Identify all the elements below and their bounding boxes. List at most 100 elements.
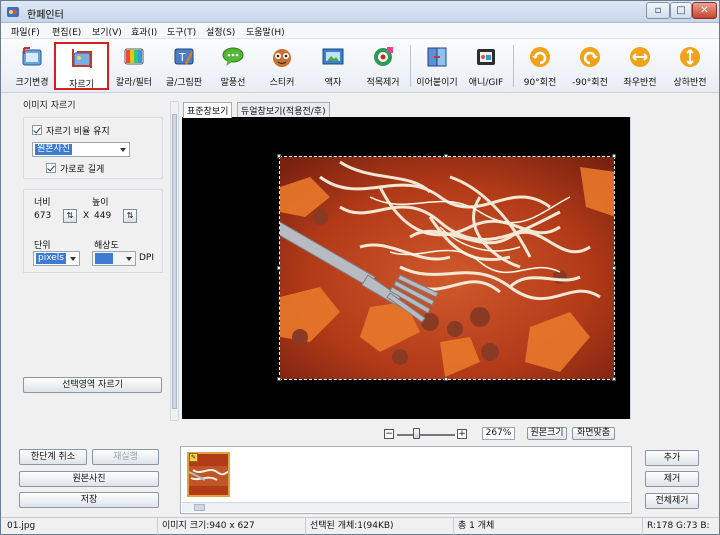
join-icon	[427, 47, 447, 67]
rotate-minus-90-icon	[580, 47, 600, 67]
crop-selection-button[interactable]: 선택영역 자르기	[23, 377, 162, 393]
tool-gif-button[interactable]: 애니/GIF	[464, 42, 508, 90]
menu-edit[interactable]: 편집(E)	[52, 25, 81, 38]
status-file: 01.jpg	[3, 518, 158, 535]
toolbar: 크기변경 자르기 칼라/필터 T 글/그림판 말풍선 스티커 액자 적목제거 이…	[1, 39, 719, 93]
tab-standard-view[interactable]: 표준창보기	[183, 102, 233, 118]
tool-label: 상하반전	[673, 78, 707, 88]
landscape-checkbox[interactable]	[46, 163, 56, 173]
menu-file[interactable]: 파일(F)	[11, 25, 40, 38]
menu-help[interactable]: 도움말(H)	[246, 25, 285, 38]
zoom-out-button[interactable]: −	[384, 429, 394, 439]
crop-handle[interactable]	[444, 154, 448, 158]
chevron-down-icon	[126, 257, 132, 261]
tool-flip-horizontal-button[interactable]: 좌우반전	[619, 42, 661, 90]
tool-rotate-minus-90-button[interactable]: -90°회전	[568, 42, 612, 90]
width-stepper[interactable]: ⇅	[63, 209, 77, 223]
panel-scrollbar[interactable]	[170, 101, 179, 421]
red-eye-icon	[374, 47, 393, 66]
menu-tools[interactable]: 도구(T)	[167, 25, 196, 38]
menu-settings[interactable]: 설정(S)	[206, 25, 235, 38]
chevron-down-icon	[120, 148, 126, 152]
tool-resize-button[interactable]: 크기변경	[11, 42, 53, 90]
thumbnail-list: ✎	[180, 446, 632, 514]
flip-horizontal-icon	[630, 47, 650, 67]
crop-handle[interactable]	[277, 377, 281, 381]
unit-label: 단위	[34, 241, 51, 251]
original-photo-button[interactable]: 원본사진	[19, 471, 159, 487]
tool-label: 말풍선	[220, 78, 246, 88]
tab-dual-view[interactable]: 듀얼창보기(적용전/후)	[237, 102, 330, 117]
menu-view[interactable]: 보기(V)	[92, 25, 122, 38]
tool-red-eye-button[interactable]: 적목제거	[359, 42, 407, 90]
tool-rotate-90-button[interactable]: 90°회전	[519, 42, 561, 90]
fit-screen-button[interactable]: 화면맞춤	[572, 427, 615, 440]
crop-handle[interactable]	[612, 266, 616, 270]
edited-badge-icon: ✎	[189, 453, 198, 462]
tool-crop-button[interactable]: 자르기	[54, 42, 109, 90]
height-field[interactable]: 449	[94, 211, 111, 221]
original-size-button[interactable]: 원본크기	[527, 427, 567, 440]
maximize-button[interactable]: □	[670, 2, 692, 19]
thumbnail-scrollbar[interactable]	[182, 502, 630, 512]
text-drawing-icon: T	[174, 48, 194, 65]
tool-flip-vertical-button[interactable]: 상하반전	[667, 42, 713, 90]
resolution-label: 해상도	[94, 241, 119, 251]
crop-handle[interactable]	[612, 154, 616, 158]
crop-panel-title: 이미지 자르기	[23, 101, 76, 111]
window-title: 한페인터	[27, 10, 64, 21]
tool-frame-button[interactable]: 액자	[314, 42, 352, 90]
save-button[interactable]: 저장	[19, 492, 159, 508]
gif-icon	[477, 49, 495, 65]
resolution-select[interactable]	[92, 251, 136, 266]
toolbar-divider	[513, 45, 514, 87]
tool-label: 크기변경	[15, 78, 49, 88]
crop-handle[interactable]	[444, 377, 448, 381]
crop-handle[interactable]	[277, 266, 281, 270]
unit-select-value: pixels	[36, 253, 66, 264]
image-canvas[interactable]	[182, 117, 630, 419]
times-label: X	[83, 211, 90, 221]
width-field[interactable]: 673	[34, 211, 51, 221]
tool-sticker-button[interactable]: 스티커	[261, 42, 303, 90]
menu-effect[interactable]: 효과(I)	[131, 25, 157, 38]
redo-button[interactable]: 재실행	[92, 449, 159, 465]
unit-select[interactable]: pixels	[33, 251, 80, 266]
tool-speech-bubble-button[interactable]: 말풍선	[212, 42, 254, 90]
crop-handle[interactable]	[612, 377, 616, 381]
ratio-select[interactable]: 원본사진	[32, 142, 130, 157]
zoom-value[interactable]: 267%	[482, 427, 515, 440]
close-button[interactable]: ✕	[692, 2, 717, 19]
keep-ratio-label: 자르기 비율 유지	[46, 127, 110, 137]
height-stepper[interactable]: ⇅	[123, 209, 137, 223]
tool-label: 칼라/필터	[115, 78, 153, 88]
status-total: 총 1 개체	[454, 518, 643, 535]
photo-spaghetti[interactable]	[279, 156, 615, 380]
remove-button[interactable]: 제거	[645, 471, 699, 487]
svg-text:T: T	[178, 51, 186, 64]
undo-button[interactable]: 한단계 취소	[19, 449, 87, 465]
add-button[interactable]: 추가	[645, 450, 699, 466]
canvas-scrollbar[interactable]	[630, 117, 639, 419]
keep-ratio-checkbox[interactable]	[32, 125, 42, 135]
remove-all-button[interactable]: 전체제거	[645, 493, 699, 509]
color-filter-icon	[124, 48, 144, 65]
tool-color-filter-button[interactable]: 칼라/필터	[111, 42, 157, 90]
tool-text-drawing-button[interactable]: T 글/그림판	[159, 42, 209, 90]
resolution-select-value	[95, 253, 113, 264]
tool-label: 90°회전	[523, 78, 557, 88]
tool-label: 적목제거	[366, 78, 400, 88]
tool-label: 글/그림판	[165, 78, 203, 88]
minimize-button[interactable]: ▫	[646, 2, 670, 19]
scroll-thumb[interactable]	[172, 114, 177, 409]
zoom-slider[interactable]	[397, 434, 455, 436]
zoom-slider-thumb[interactable]	[413, 428, 421, 439]
crop-handle[interactable]	[277, 154, 281, 158]
scroll-thumb[interactable]	[194, 504, 205, 511]
status-bar: 01.jpg 이미지 크기:940 x 627 선택된 개체:1(94KB) 총…	[1, 517, 719, 535]
tool-label: 좌우반전	[623, 78, 657, 88]
tool-join-button[interactable]: 이어붙이기	[413, 42, 461, 90]
sticker-icon	[273, 49, 291, 67]
app-window: 한페인터 ▫ □ ✕ 파일(F) 편집(E) 보기(V) 효과(I) 도구(T)…	[0, 0, 720, 535]
zoom-in-button[interactable]: +	[457, 429, 467, 439]
